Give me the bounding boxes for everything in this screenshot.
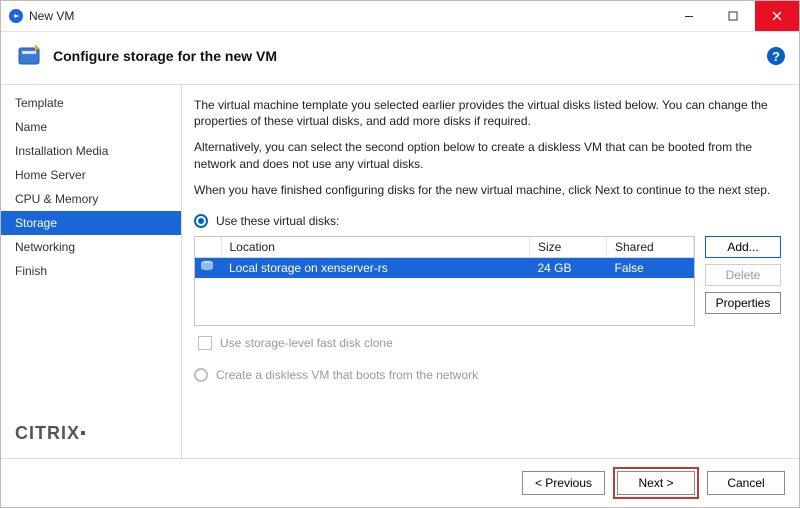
window-title: New VM — [29, 9, 667, 23]
wizard-footer: < Previous Next > Cancel — [1, 458, 799, 507]
wizard-window: New VM Configure storage for the new VM … — [0, 0, 800, 508]
table-row[interactable]: Local storage on xenserver-rs 24 GB Fals… — [195, 257, 694, 278]
help-icon[interactable]: ? — [767, 47, 785, 65]
close-button[interactable] — [755, 1, 799, 31]
minimize-button[interactable] — [667, 1, 711, 31]
disk-icon — [195, 257, 221, 278]
step-name[interactable]: Name — [1, 115, 181, 139]
disk-area: Location Size Shared Local storage on xe… — [194, 236, 781, 326]
cancel-button[interactable]: Cancel — [707, 471, 785, 495]
table-header-shared[interactable]: Shared — [607, 237, 694, 258]
use-virtual-disks-radio[interactable] — [194, 214, 208, 228]
disk-properties-button[interactable]: Properties — [705, 292, 781, 314]
wizard-steps-sidebar: Template Name Installation Media Home Se… — [1, 85, 182, 458]
next-button-highlight: Next > — [613, 467, 699, 499]
delete-disk-button: Delete — [705, 264, 781, 286]
wizard-header: Configure storage for the new VM ? — [1, 32, 799, 85]
table-header-icon — [195, 237, 221, 258]
fast-clone-checkbox — [198, 336, 212, 350]
step-networking[interactable]: Networking — [1, 235, 181, 259]
brand-logo: CITRIX — [1, 423, 181, 458]
maximize-button[interactable] — [711, 1, 755, 31]
table-header-location[interactable]: Location — [221, 237, 530, 258]
cell-size: 24 GB — [530, 257, 607, 278]
next-button[interactable]: Next > — [617, 471, 695, 495]
wizard-body: Template Name Installation Media Home Se… — [1, 85, 799, 458]
titlebar: New VM — [1, 1, 799, 32]
virtual-disks-table[interactable]: Location Size Shared Local storage on xe… — [194, 236, 695, 326]
add-disk-button[interactable]: Add... — [705, 236, 781, 258]
fast-clone-label: Use storage-level fast disk clone — [220, 336, 393, 350]
wizard-main-panel: The virtual machine template you selecte… — [182, 85, 799, 458]
diskless-vm-radio — [194, 368, 208, 382]
step-template[interactable]: Template — [1, 91, 181, 115]
disk-button-column: Add... Delete Properties — [705, 236, 781, 326]
intro-para-1: The virtual machine template you selecte… — [194, 97, 781, 129]
table-header-size[interactable]: Size — [530, 237, 607, 258]
diskless-vm-label: Create a diskless VM that boots from the… — [216, 368, 478, 382]
storage-wizard-icon — [15, 42, 43, 70]
page-title: Configure storage for the new VM — [53, 48, 767, 64]
app-icon — [9, 9, 23, 23]
cell-location: Local storage on xenserver-rs — [221, 257, 530, 278]
step-home-server[interactable]: Home Server — [1, 163, 181, 187]
intro-para-3: When you have finished configuring disks… — [194, 182, 781, 198]
use-virtual-disks-label: Use these virtual disks: — [216, 214, 339, 228]
step-finish[interactable]: Finish — [1, 259, 181, 283]
step-installation-media[interactable]: Installation Media — [1, 139, 181, 163]
step-cpu-memory[interactable]: CPU & Memory — [1, 187, 181, 211]
step-storage[interactable]: Storage — [1, 211, 181, 235]
previous-button[interactable]: < Previous — [522, 471, 605, 495]
cell-shared: False — [607, 257, 694, 278]
intro-para-2: Alternatively, you can select the second… — [194, 139, 781, 171]
